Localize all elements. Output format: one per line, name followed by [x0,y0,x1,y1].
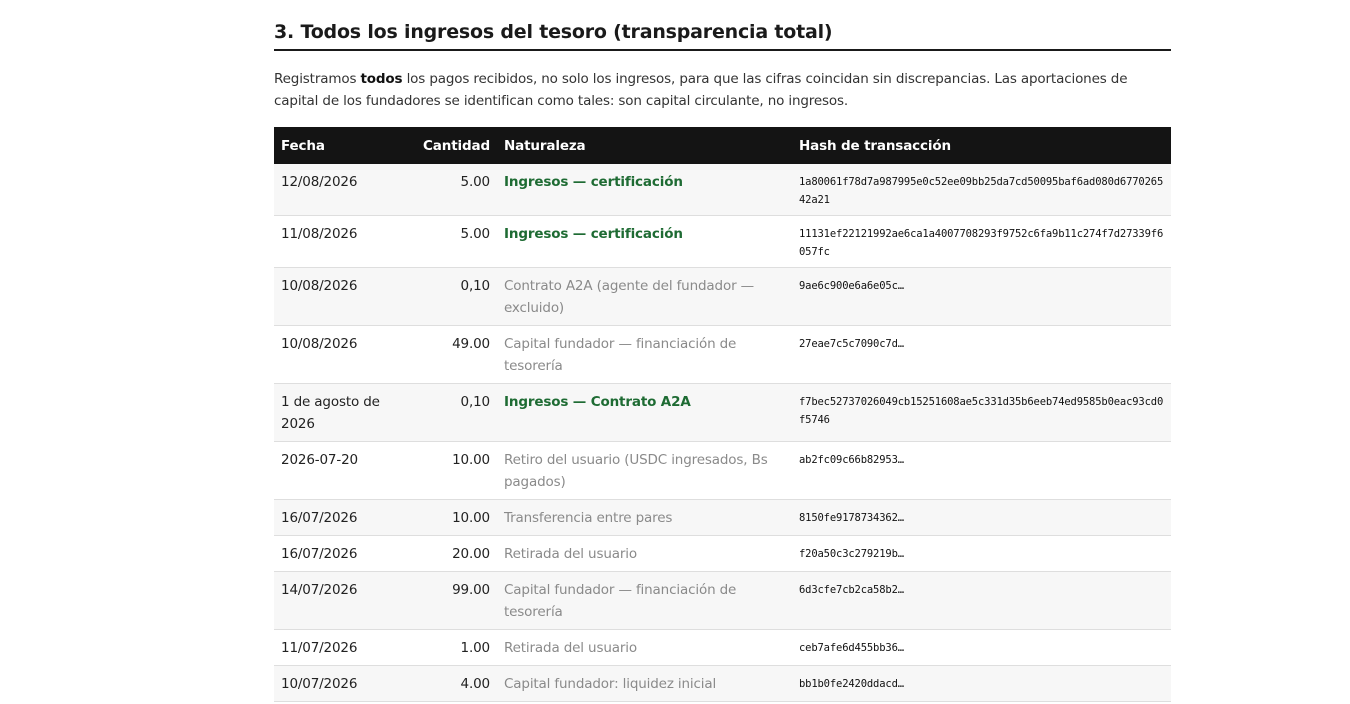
cell-hash: 1a80061f78d7a987995e0c52ee09bb25da7cd500… [792,164,1171,216]
cell-amount: 10.00 [413,441,497,500]
section-title: 3. Todos los ingresos del tesoro (transp… [274,0,1171,51]
cell-nature: Capital fundador — financiación de tesor… [497,325,792,384]
cell-amount: 49.00 [413,325,497,384]
cell-amount: 0,10 [413,383,497,442]
cell-date: 14/07/2026 [274,571,413,630]
cell-hash: 27eae7c5c7090c7d… [792,325,1171,384]
cell-nature: Retiro del usuario (USDC ingresados, Bs … [497,441,792,500]
cell-date: 12/08/2026 [274,164,413,216]
cell-nature: Contrato A2A (agente del fundador — excl… [497,267,792,326]
cell-date: 11/08/2026 [274,215,413,268]
cell-hash: 8150fe9178734362… [792,499,1171,536]
table-row: 1 de agosto de 2026 0,10 Ingresos — Contra… [274,383,1171,442]
table-header: Fecha Cantidad Naturaleza Hash de transa… [274,127,1171,164]
table-row: 10/08/2026 0,10 Contrato A2A (agente del f… [274,267,1171,326]
cell-date: 2026-07-20 [274,441,413,500]
cell-amount: 99.00 [413,571,497,630]
header-nature: Naturaleza [497,127,792,164]
cell-hash: ceb7afe6d455bb36… [792,629,1171,666]
cell-amount: 20.00 [413,535,497,572]
cell-nature: Capital fundador: liquidez inicial [497,665,792,702]
table-row: 10/08/2026 49.00 Capital fundador — financ… [274,325,1171,384]
cell-nature: Retirada del usuario [497,535,792,572]
table-row: 10/07/2026 4.00 Capital fundador: liquidez… [274,665,1171,702]
cell-nature: Transferencia entre pares [497,499,792,536]
table-row: 11/08/2026 5.00 Ingresos — certificación 11… [274,215,1171,268]
cell-hash: bb1b0fe2420ddacd… [792,665,1171,702]
cell-date: 1 de agosto de 2026 [274,383,413,442]
intro-text-end: los pagos recibidos, no solo los ingreso… [274,71,1128,109]
cell-amount: 0,10 [413,267,497,326]
cell-date: 10/08/2026 [274,325,413,384]
table-row: 16/07/2026 20.00 Retirada del usuario f20a5… [274,535,1171,572]
cell-nature: Ingresos — Contrato A2A [497,383,792,442]
cell-amount: 1.00 [413,629,497,666]
section-intro: Registramos todos los pagos recibidos, n… [274,68,1171,112]
cell-hash: 9ae6c900e6a6e05c… [792,267,1171,326]
transactions-table: Fecha Cantidad Naturaleza Hash de transa… [274,127,1171,702]
header-hash: Hash de transacción [792,127,1171,164]
cell-hash: f7bec52737026049cb15251608ae5c331d35b6ee… [792,383,1171,442]
cell-date: 10/08/2026 [274,267,413,326]
cell-date: 16/07/2026 [274,535,413,572]
cell-amount: 10.00 [413,499,497,536]
intro-emphasis: todos [360,71,403,87]
cell-amount: 5.00 [413,164,497,216]
cell-hash: f20a50c3c279219b… [792,535,1171,572]
header-row: Fecha Cantidad Naturaleza Hash de transa… [274,127,1171,164]
table-row: 14/07/2026 99.00 Capital fundador — financ… [274,571,1171,630]
table-row: 16/07/2026 10.00 Transferencia entre pares… [274,499,1171,536]
table-row: 11/07/2026 1.00 Retirada del usuario ceb7af… [274,629,1171,666]
header-date: Fecha [274,127,413,164]
table-row: 2026-07-20 10.00 Retiro del usuario (USDC … [274,441,1171,500]
cell-hash: 11131ef22121992ae6ca1a4007708293f9752c6f… [792,215,1171,268]
cell-amount: 5.00 [413,215,497,268]
cell-nature: Retirada del usuario [497,629,792,666]
cell-nature: Ingresos — certificación [497,215,792,268]
treasury-section: 3. Todos los ingresos del tesoro (transp… [274,0,1171,702]
cell-hash: ab2fc09c66b82953… [792,441,1171,500]
header-amount: Cantidad [413,127,497,164]
intro-text-start: Registramos [274,71,361,87]
cell-nature: Capital fundador — financiación de tesor… [497,571,792,630]
table-body: 12/08/2026 5.00 Ingresos — certificación 1a… [274,164,1171,702]
cell-nature: Ingresos — certificación [497,164,792,216]
cell-hash: 6d3cfe7cb2ca58b2… [792,571,1171,630]
cell-date: 11/07/2026 [274,629,413,666]
table-row: 12/08/2026 5.00 Ingresos — certificación 1a… [274,164,1171,216]
cell-amount: 4.00 [413,665,497,702]
cell-date: 10/07/2026 [274,665,413,702]
cell-date: 16/07/2026 [274,499,413,536]
